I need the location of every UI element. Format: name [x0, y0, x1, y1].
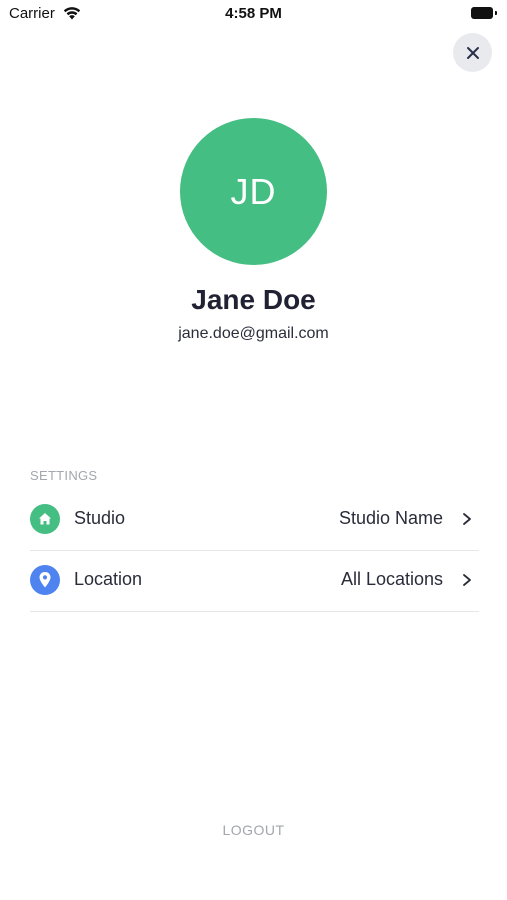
user-email: jane.doe@gmail.com [178, 325, 329, 342]
settings-row-location[interactable]: Location All Locations [30, 550, 479, 612]
logout-button[interactable]: LOGOUT [0, 822, 507, 838]
studio-value: Studio Name [338, 508, 443, 528]
status-time: 4:58 PM [225, 5, 282, 22]
chevron-right-icon [463, 574, 471, 586]
home-icon [30, 504, 60, 534]
chevron-right-icon [463, 513, 471, 525]
settings-row-studio[interactable]: Studio Studio Name [30, 489, 479, 551]
battery-icon [471, 7, 497, 19]
location-label: Location [74, 569, 143, 589]
status-bar: Carrier 4:58 PM [0, 0, 507, 28]
avatar-initials: JD [230, 170, 277, 212]
close-button[interactable] [453, 33, 492, 72]
location-pin-icon [30, 565, 60, 595]
settings-section-label: SETTINGS [30, 468, 98, 483]
studio-label: Studio [74, 508, 126, 528]
close-icon [466, 46, 479, 59]
location-value: All Locations [340, 569, 443, 589]
user-name: Jane Doe [191, 284, 316, 315]
avatar: JD [180, 118, 327, 265]
